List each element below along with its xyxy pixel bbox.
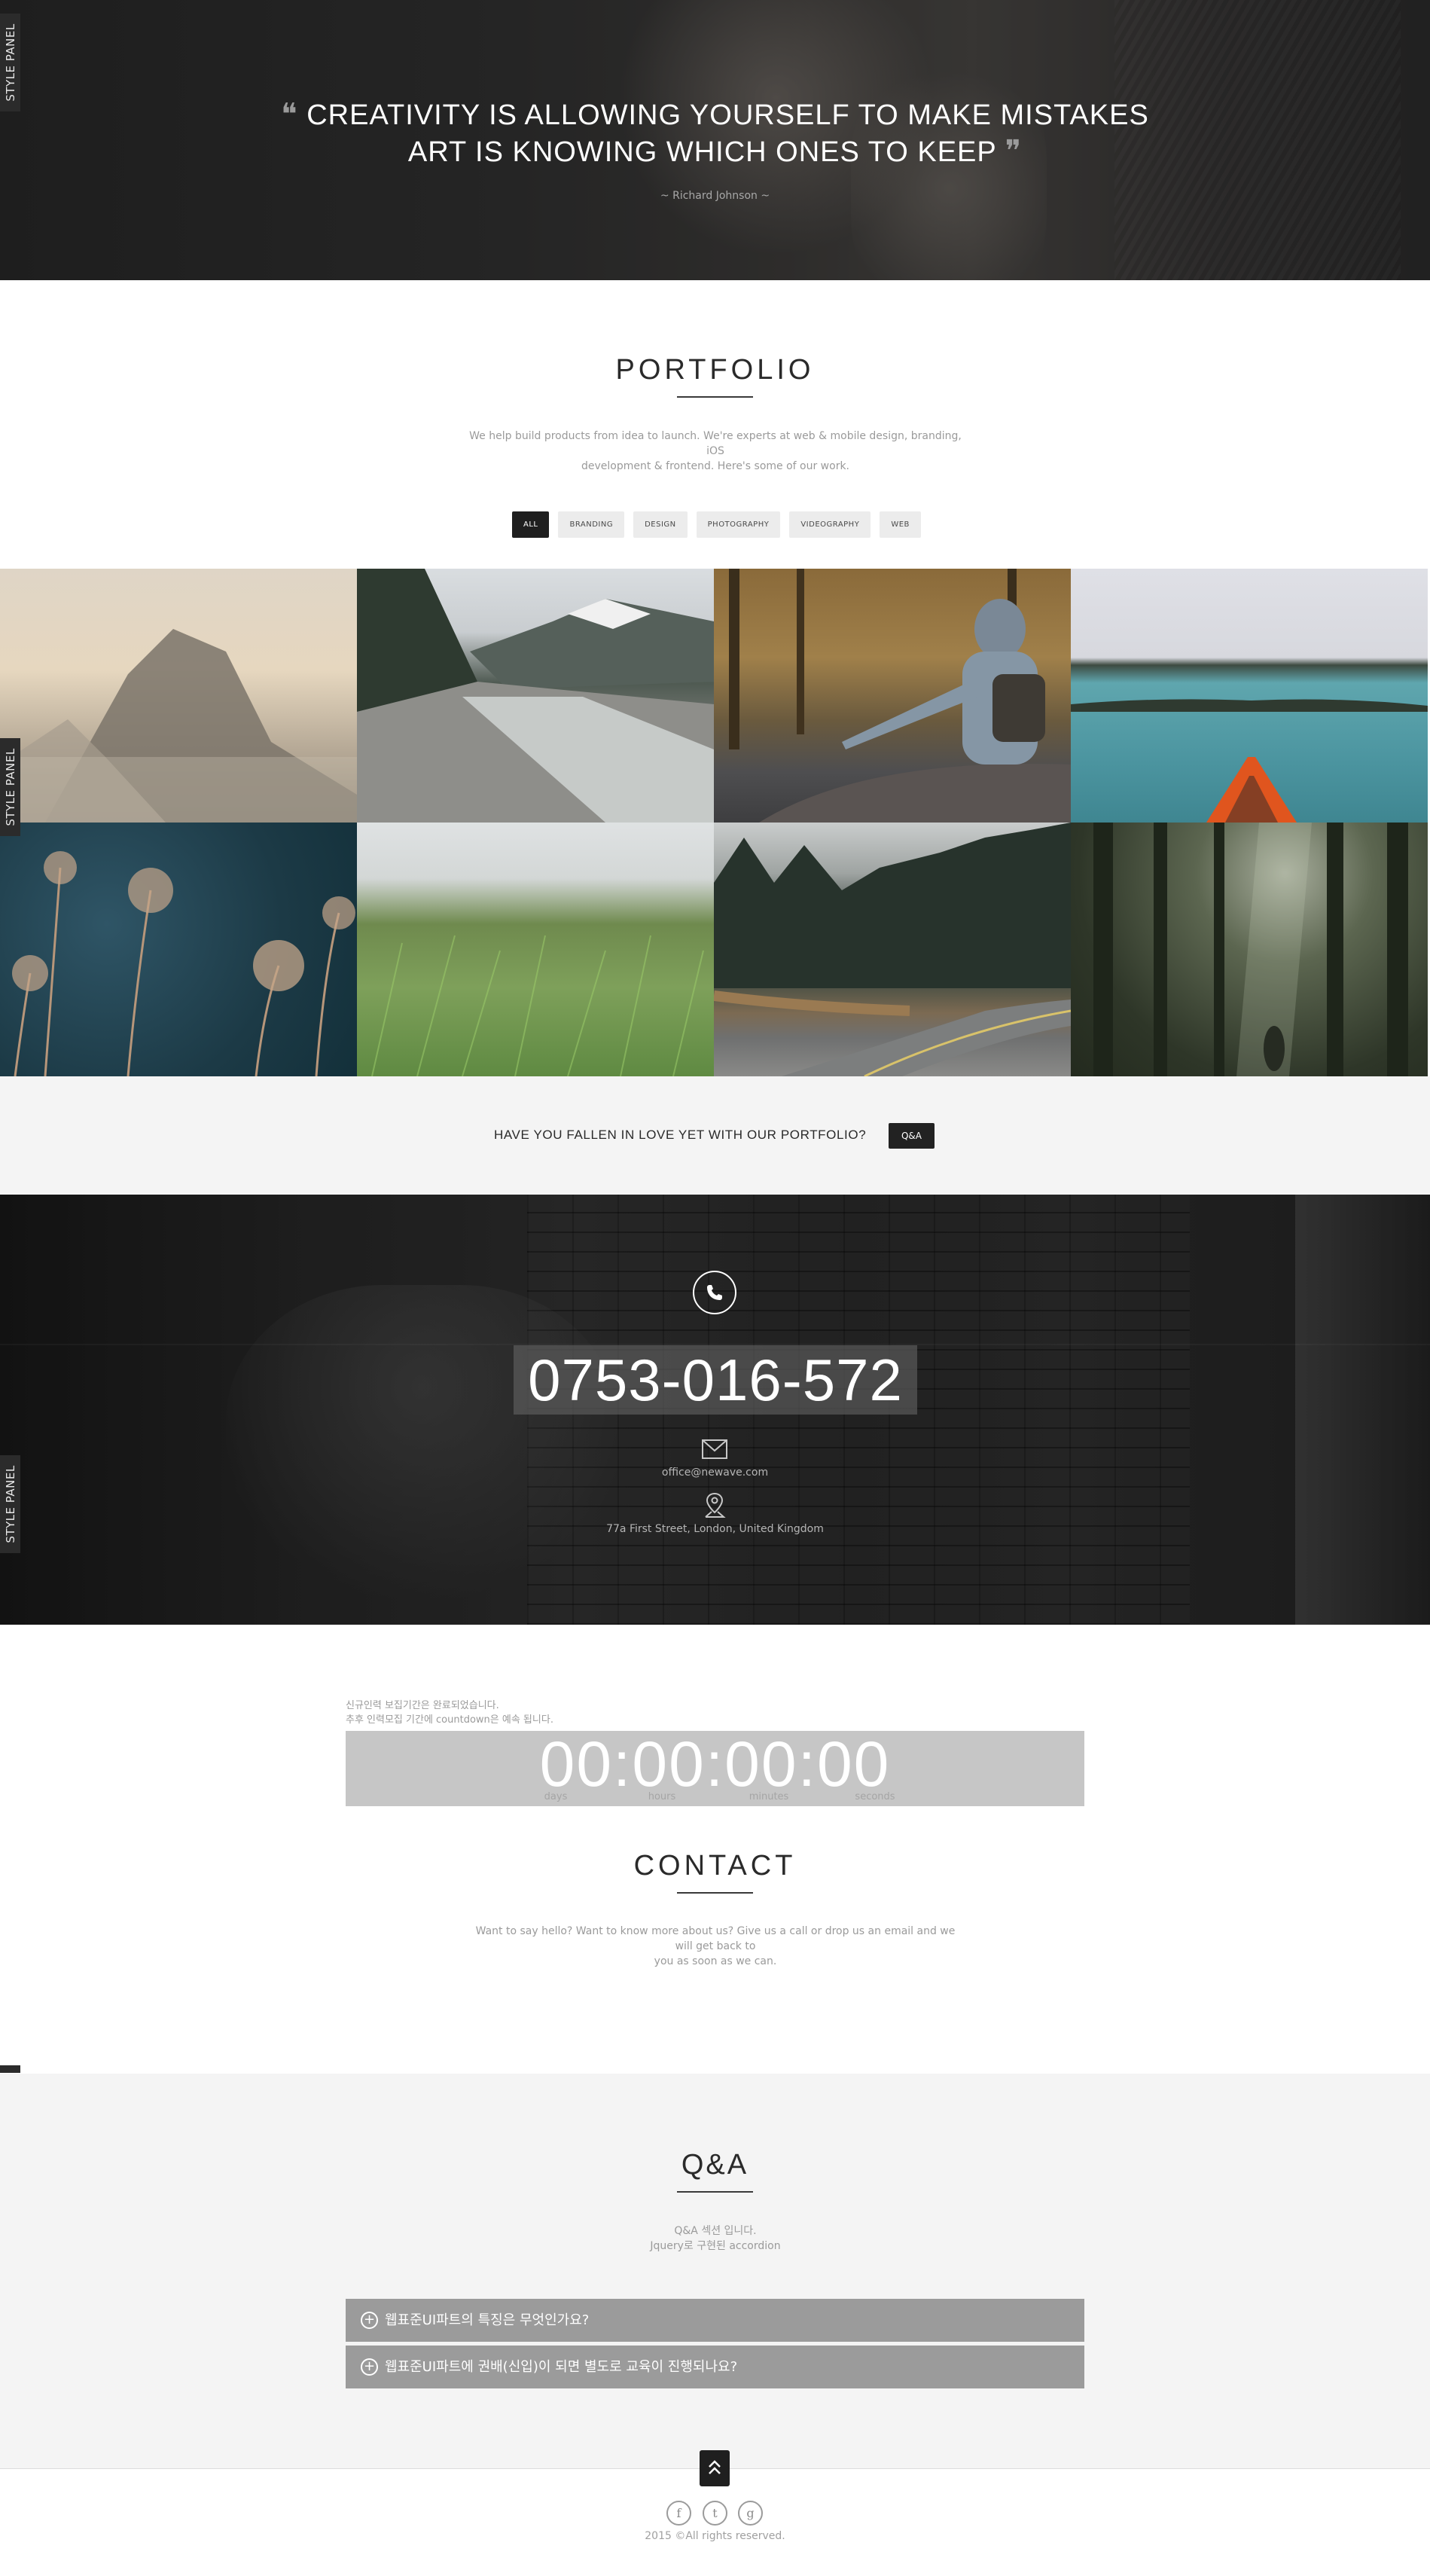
countdown-label-days: days — [544, 1791, 568, 1802]
style-panel-tab[interactable]: STYLE PANEL — [0, 1455, 20, 1553]
portfolio-item-sunlit-forest[interactable] — [1071, 823, 1428, 1076]
hero-quote: ❝ CREATIVITY IS ALLOWING YOURSELF TO MAK… — [0, 96, 1430, 170]
countdown-timer: 00:00:00:00 days hours minutes seconds — [346, 1731, 1084, 1806]
qa-section — [0, 2074, 1430, 2469]
style-panel-label: STYLE PANEL — [3, 23, 17, 102]
quote-text-2: ART IS KNOWING WHICH ONES TO KEEP — [407, 136, 997, 168]
portfolio-desc-line: We help build products from idea to laun… — [469, 430, 962, 457]
phone-icon — [693, 1271, 736, 1314]
mountain-image — [0, 629, 357, 823]
portfolio-item-hitchhiker[interactable] — [714, 569, 1071, 823]
quote-text-1: CREATIVITY IS ALLOWING YOURSELF TO MAKE … — [306, 99, 1149, 131]
qa-title-underline — [677, 2191, 753, 2193]
portfolio-desc-line: development & frontend. Here's some of o… — [581, 460, 850, 472]
forest-road-image — [714, 823, 1071, 1076]
filter-design[interactable]: DESIGN — [633, 511, 688, 538]
grass-field-image — [371, 935, 704, 1076]
countdown-label-minutes: minutes — [749, 1791, 789, 1802]
double-chevron-up-icon — [709, 2460, 721, 2474]
kayak-lake-image — [1071, 699, 1428, 823]
countdown-note-2: 추후 인력모집 기간에 countdown은 예속 됩니다. — [346, 1714, 553, 1726]
filter-web[interactable]: WEB — [880, 511, 921, 538]
quote-line-2: ART IS KNOWING WHICH ONES TO KEEP ❞ — [0, 133, 1430, 170]
portfolio-item-grass-field[interactable] — [357, 823, 714, 1076]
river-valley-image — [357, 569, 714, 823]
facebook-icon[interactable]: f — [666, 2501, 691, 2526]
google-plus-icon[interactable]: g — [738, 2501, 763, 2526]
portfolio-title-underline — [677, 396, 753, 398]
countdown-label-hours: hours — [648, 1791, 676, 1802]
qa-button[interactable]: Q&A — [889, 1123, 935, 1149]
contact-desc-line: you as soon as we can. — [654, 1955, 777, 1967]
style-panel-tab[interactable]: STYLE PANEL — [0, 14, 20, 111]
countdown-hours: 00 — [632, 1729, 706, 1799]
style-panel-tab[interactable]: STYLE PANEL — [0, 738, 20, 836]
portfolio-cta-text: HAVE YOU FALLEN IN LOVE YET WITH OUR POR… — [494, 1128, 867, 1142]
countdown-days: 00 — [539, 1729, 614, 1799]
accordion-item[interactable]: + 웹표준UI파트에 권배(신입)이 되면 별도로 교육이 진행되나요? — [346, 2346, 1084, 2388]
filter-all[interactable]: ALL — [512, 511, 550, 538]
back-to-top-button[interactable] — [700, 2450, 730, 2486]
portfolio-item-dry-flowers[interactable] — [0, 823, 357, 1076]
qa-desc-line: Jquery로 구현된 accordion — [650, 2240, 781, 2252]
style-panel-toggle[interactable] — [0, 2065, 20, 2073]
qa-desc-line: Q&A 섹션 입니다. — [674, 2225, 757, 2237]
plus-circle-icon: + — [361, 2312, 378, 2329]
countdown-note-1: 신규인력 보집기간은 완료되었습니다. — [346, 1700, 499, 1711]
quote-close-icon: ❞ — [1005, 134, 1023, 169]
quote-author: ~ Richard Johnson ~ — [660, 190, 770, 202]
quote-open-icon: ❝ — [281, 97, 298, 132]
accordion-question: 웹표준UI파트에 권배(신입)이 되면 별도로 교육이 진행되나요? — [385, 2359, 738, 2375]
portfolio-item-mountain[interactable] — [0, 569, 357, 823]
portfolio-filter-bar: ALL BRANDING DESIGN PHOTOGRAPHY VIDEOGRA… — [512, 511, 921, 538]
countdown-digits: 00:00:00:00 — [539, 1729, 891, 1799]
twitter-icon[interactable]: t — [703, 2501, 727, 2526]
portfolio-description: We help build products from idea to laun… — [467, 429, 964, 474]
qa-title: Q&A — [681, 2149, 749, 2181]
plus-circle-icon: + — [361, 2358, 378, 2376]
qa-description: Q&A 섹션 입니다. Jquery로 구현된 accordion — [467, 2223, 964, 2254]
contact-description: Want to say hello? Want to know more abo… — [467, 1924, 964, 1969]
contact-email[interactable]: office@newave.com — [0, 1467, 1430, 1479]
style-panel-label: STYLE PANEL — [3, 1465, 17, 1543]
map-pin-icon — [701, 1491, 728, 1521]
countdown-minutes: 00 — [724, 1729, 798, 1799]
sunlit-forest-image — [1093, 823, 1408, 1076]
contact-address: 77a First Street, London, United Kingdom — [606, 1523, 824, 1535]
portfolio-item-river-valley[interactable] — [357, 569, 714, 823]
portfolio-cta-band: HAVE YOU FALLEN IN LOVE YET WITH OUR POR… — [0, 1076, 1430, 1195]
contact-title-underline — [677, 1892, 753, 1894]
accordion-question: 웹표준UI파트의 특징은 무엇인가요? — [385, 2312, 590, 2328]
accordion-item[interactable]: + 웹표준UI파트의 특징은 무엇인가요? — [346, 2299, 1084, 2342]
filter-videography[interactable]: VIDEOGRAPHY — [789, 511, 871, 538]
hitchhiker-image — [729, 569, 1071, 823]
dry-flowers-image — [12, 851, 355, 1076]
quote-line-1: ❝ CREATIVITY IS ALLOWING YOURSELF TO MAK… — [0, 96, 1430, 133]
countdown-seconds: 00 — [816, 1729, 891, 1799]
phone-number[interactable]: 0753-016-572 — [514, 1345, 917, 1415]
filter-photography[interactable]: PHOTOGRAPHY — [696, 511, 781, 538]
envelope-icon — [701, 1439, 728, 1463]
page: STYLE PANEL STYLE PANEL STYLE PANEL ❝ CR… — [0, 0, 1430, 2576]
copyright: 2015 ©All rights reserved. — [645, 2530, 785, 2542]
countdown-label-seconds: seconds — [855, 1791, 895, 1802]
contact-title: CONTACT — [633, 1850, 797, 1882]
contact-desc-line: Want to say hello? Want to know more abo… — [475, 1925, 956, 1952]
portfolio-item-kayak-lake[interactable] — [1071, 569, 1428, 823]
filter-branding[interactable]: BRANDING — [558, 511, 625, 538]
portfolio-title: PORTFOLIO — [615, 354, 815, 386]
style-panel-label: STYLE PANEL — [3, 748, 17, 826]
portfolio-item-forest-road[interactable] — [714, 823, 1071, 1076]
